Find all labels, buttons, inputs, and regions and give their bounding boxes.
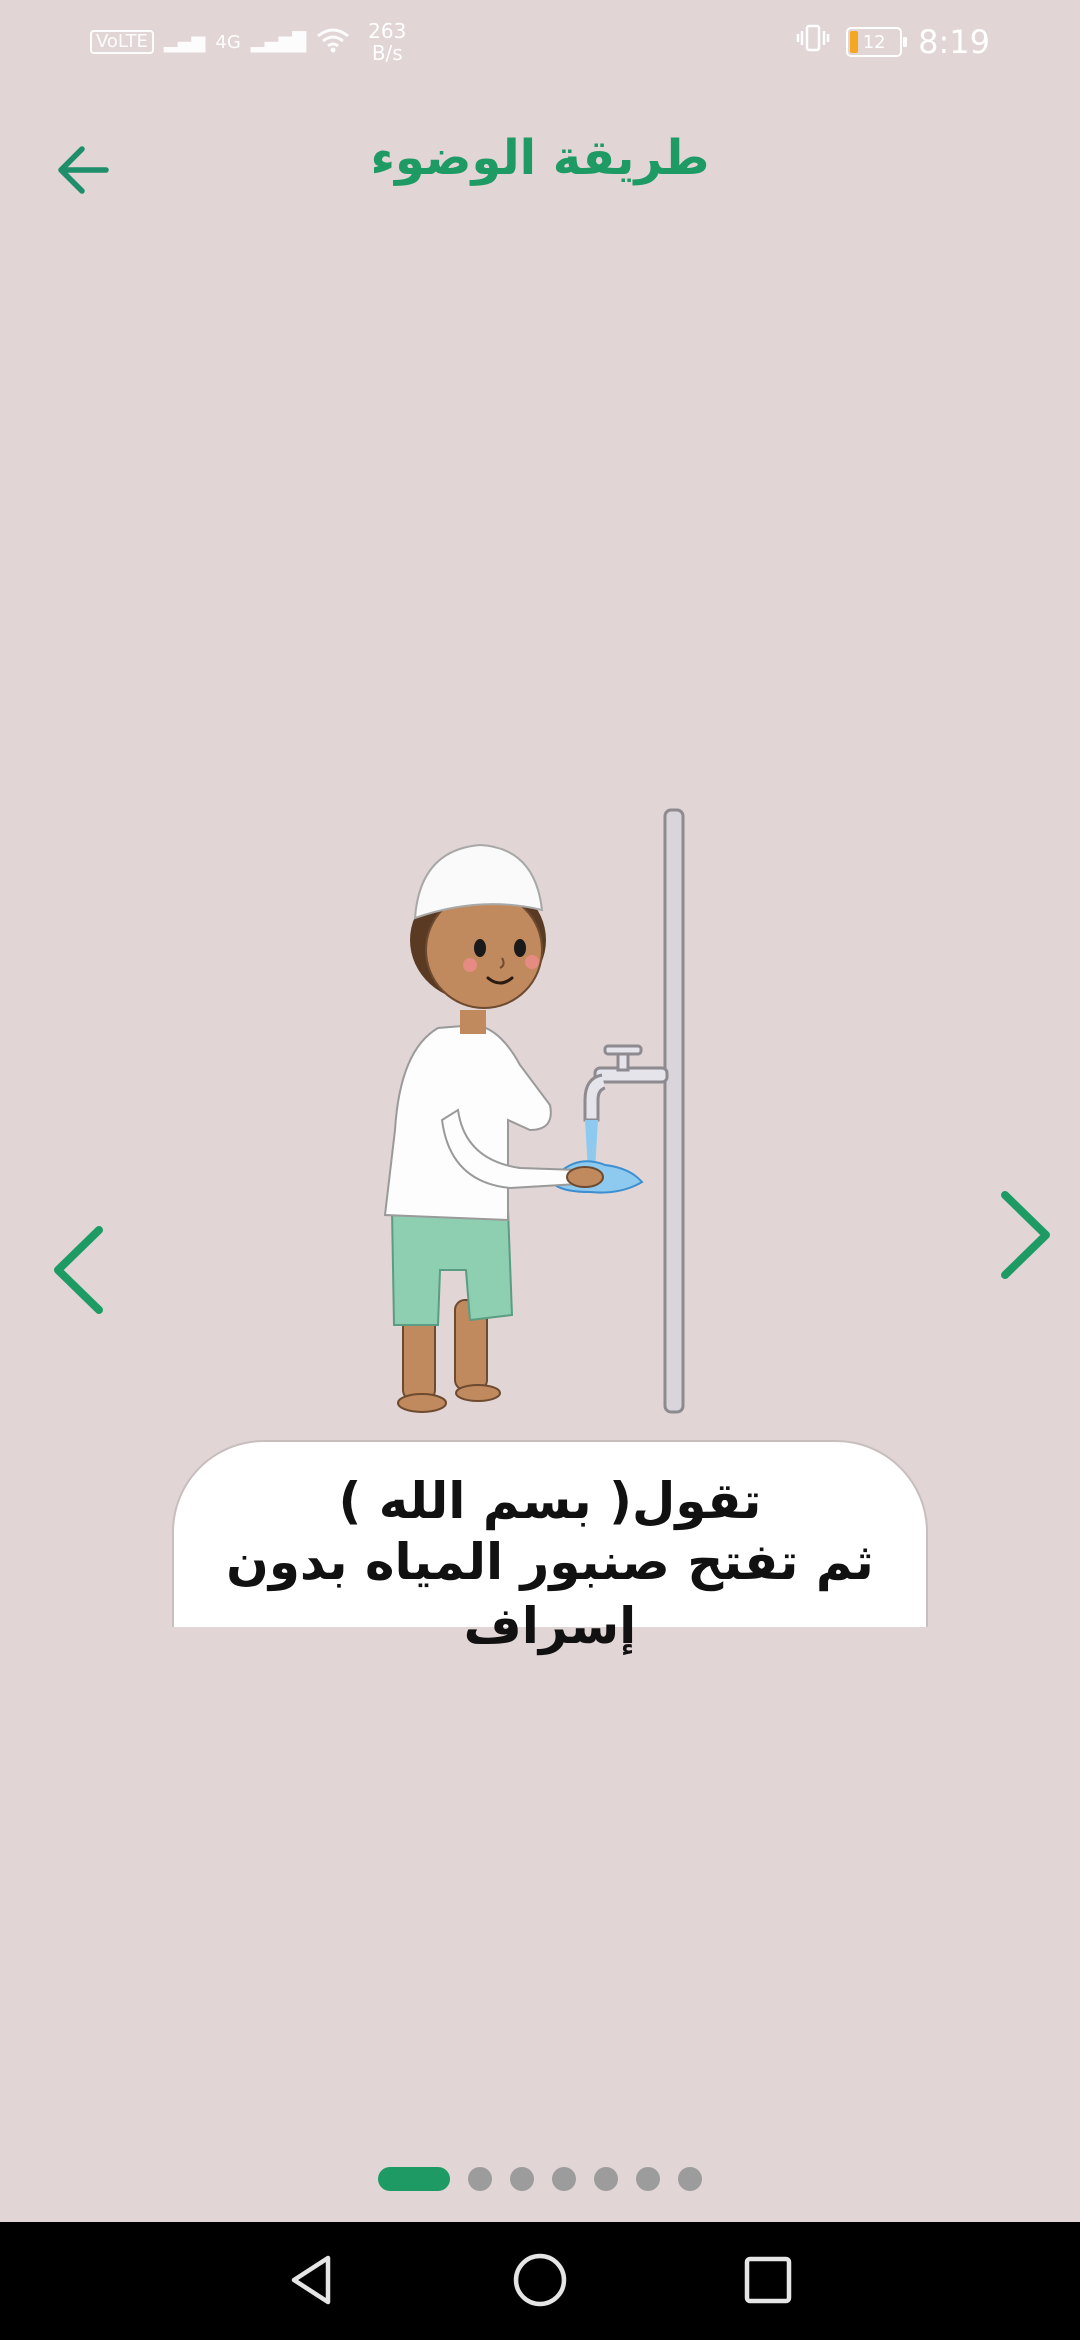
nav-recents-icon[interactable] [738,2250,798,2310]
caption-line-1: تقول( بسم الله ) [338,1472,762,1530]
nav-back-icon[interactable] [282,2250,342,2310]
page-indicator [378,2166,702,2192]
status-left: VoLTE ▂▄▆ 4G ▂▄▆█ 263 B/s [90,16,406,68]
net-speed-value: 263 [368,19,407,43]
clock: 8:19 [918,23,990,61]
previous-button[interactable] [44,1220,114,1320]
vibrate-icon [796,23,830,61]
net-speed: 263 B/s [368,20,406,64]
wifi-icon [316,27,350,58]
page-dot[interactable] [636,2167,660,2191]
page-dot[interactable] [552,2167,576,2191]
chevron-left-icon [54,1226,103,1314]
wudu-illustration [383,808,685,1414]
page-dot[interactable] [510,2167,534,2191]
page-dot[interactable] [468,2167,492,2191]
system-nav-bar [0,2222,1080,2340]
battery-level: 12 [862,31,886,53]
slide-caption-card: تقول( بسم الله ) ثم تفتح صنبور المياه بد… [172,1440,928,1655]
page-dot[interactable] [678,2167,702,2191]
signal-icon: ▂▄▆ [163,31,206,53]
nav-home-icon[interactable] [510,2250,570,2310]
net-type: 4G [215,31,241,53]
status-bar: VoLTE ▂▄▆ 4G ▂▄▆█ 263 B/s 12 8:19 [0,0,1080,84]
next-button[interactable] [990,1185,1060,1285]
battery-icon: 12 [846,27,908,57]
page-dot-active[interactable] [378,2167,450,2191]
net-speed-unit: B/s [371,41,403,65]
volte-badge: VoLTE [90,30,154,54]
chevron-right-icon [1001,1191,1050,1279]
caption-line-2: ثم تفتح صنبور المياه بدون إسراف [226,1533,874,1655]
page-title: طريقة الوضوء [370,130,710,186]
status-right: 12 8:19 [796,16,990,68]
page-dot[interactable] [594,2167,618,2191]
signal-strong-icon: ▂▄▆█ [250,31,307,53]
